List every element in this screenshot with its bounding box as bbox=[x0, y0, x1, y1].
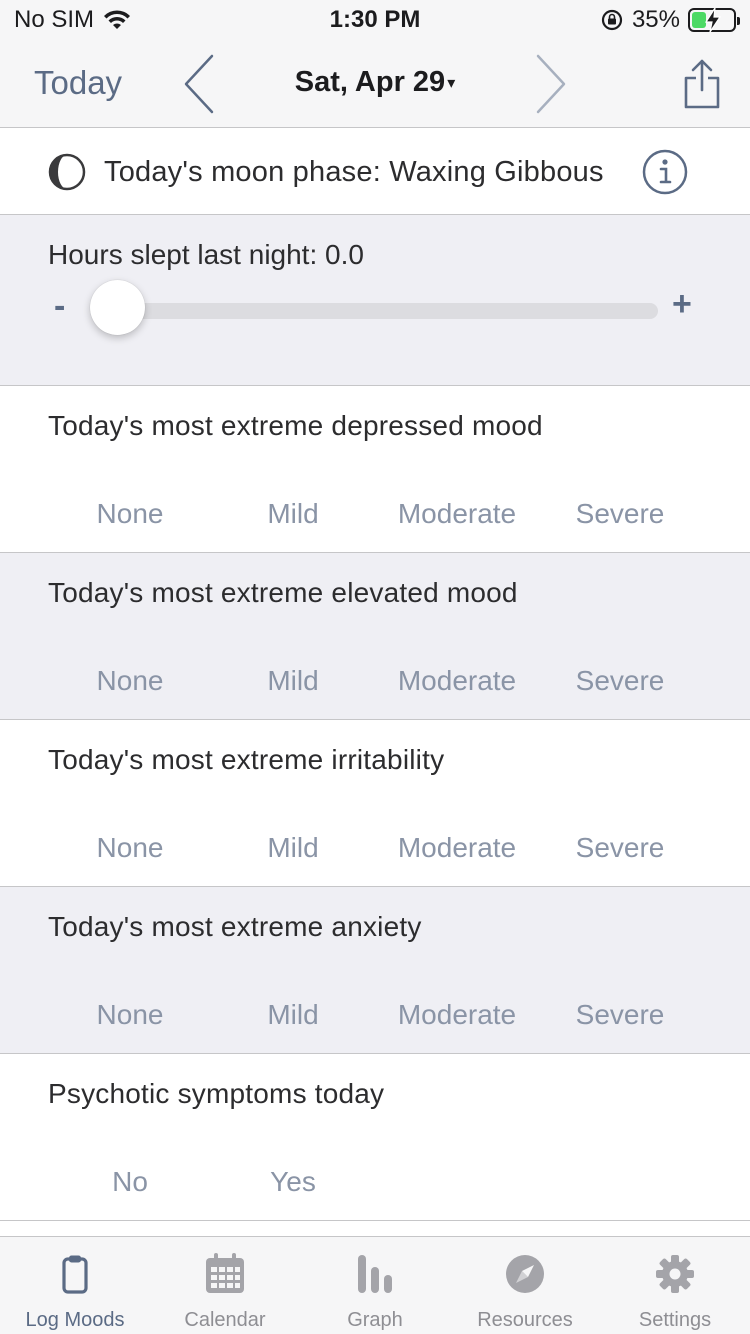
option-severe[interactable]: Severe bbox=[538, 498, 702, 530]
option-moderate[interactable]: Moderate bbox=[375, 832, 539, 864]
question-title: Today's most extreme elevated mood bbox=[48, 577, 518, 608]
sleep-decrement-button[interactable]: - bbox=[54, 287, 65, 326]
sleep-slider-thumb[interactable] bbox=[90, 280, 145, 335]
tab-resources[interactable]: Resources bbox=[450, 1237, 600, 1334]
option-no[interactable]: No bbox=[48, 1166, 212, 1198]
sleep-increment-button[interactable]: + bbox=[672, 285, 692, 324]
gear-icon bbox=[656, 1255, 694, 1293]
question-row-depressed-mood: Today's most extreme depressed mood None… bbox=[0, 386, 750, 553]
sleep-row: Hours slept last night: 0.0 - + bbox=[0, 215, 750, 386]
moon-phase-text: Today's moon phase: Waxing Gibbous bbox=[104, 156, 604, 188]
battery-icon bbox=[688, 7, 740, 33]
option-mild[interactable]: Mild bbox=[211, 498, 375, 530]
question-title: Today's most extreme depressed mood bbox=[48, 410, 543, 441]
tab-bar: Log Moods Calendar Graph Resources Setti… bbox=[0, 1236, 750, 1334]
clipboard-icon bbox=[62, 1255, 88, 1294]
share-icon[interactable] bbox=[682, 58, 722, 110]
moon-phase-icon bbox=[48, 153, 86, 191]
option-mild[interactable]: Mild bbox=[211, 999, 375, 1031]
question-title: Today's most extreme anxiety bbox=[48, 911, 422, 942]
option-mild[interactable]: Mild bbox=[211, 832, 375, 864]
date-selector[interactable]: Sat, Apr 29 ▾ bbox=[0, 66, 750, 99]
info-icon[interactable] bbox=[642, 149, 688, 195]
option-yes[interactable]: Yes bbox=[211, 1166, 375, 1198]
option-moderate[interactable]: Moderate bbox=[375, 665, 539, 697]
battery-percent: 35% bbox=[631, 6, 680, 33]
moon-phase-row: Today's moon phase: Waxing Gibbous bbox=[0, 129, 750, 215]
option-moderate[interactable]: Moderate bbox=[375, 999, 539, 1031]
chevron-right-icon[interactable] bbox=[534, 54, 568, 114]
charging-bolt-icon bbox=[704, 7, 722, 33]
question-title: Today's most extreme irritability bbox=[48, 744, 445, 775]
orientation-lock-icon bbox=[601, 9, 623, 31]
option-severe[interactable]: Severe bbox=[538, 832, 702, 864]
compass-icon bbox=[506, 1255, 544, 1293]
battery-tip bbox=[737, 17, 740, 25]
tab-settings[interactable]: Settings bbox=[600, 1237, 750, 1334]
sleep-hours-label: Hours slept last night: 0.0 bbox=[48, 239, 364, 270]
option-none[interactable]: None bbox=[48, 498, 212, 530]
question-title: Psychotic symptoms today bbox=[48, 1078, 385, 1109]
option-none[interactable]: None bbox=[48, 665, 212, 697]
tab-label: Calendar bbox=[184, 1309, 266, 1331]
tab-log-moods[interactable]: Log Moods bbox=[0, 1237, 150, 1334]
bar-graph-icon bbox=[358, 1255, 392, 1293]
chevron-down-icon: ▾ bbox=[447, 75, 456, 92]
tab-label: Log Moods bbox=[25, 1309, 125, 1331]
tab-graph[interactable]: Graph bbox=[300, 1237, 450, 1334]
option-none[interactable]: None bbox=[48, 832, 212, 864]
question-row-irritability: Today's most extreme irritability None M… bbox=[0, 720, 750, 887]
question-row-psychotic-symptoms: Psychotic symptoms today No Yes bbox=[0, 1054, 750, 1221]
tab-label: Graph bbox=[347, 1309, 403, 1331]
option-moderate[interactable]: Moderate bbox=[375, 498, 539, 530]
option-severe[interactable]: Severe bbox=[538, 999, 702, 1031]
option-mild[interactable]: Mild bbox=[211, 665, 375, 697]
tab-label: Resources bbox=[477, 1309, 573, 1331]
status-bar: No SIM 1:30 PM 35% bbox=[0, 0, 750, 40]
tab-label: Settings bbox=[638, 1309, 712, 1331]
navigation-bar: Today Sat, Apr 29 ▾ bbox=[0, 40, 750, 128]
option-none[interactable]: None bbox=[48, 999, 212, 1031]
question-row-anxiety: Today's most extreme anxiety None Mild M… bbox=[0, 887, 750, 1054]
calendar-icon bbox=[206, 1253, 244, 1293]
sleep-slider-track[interactable] bbox=[94, 303, 658, 319]
status-right: 35% bbox=[600, 6, 740, 34]
tab-calendar[interactable]: Calendar bbox=[150, 1237, 300, 1334]
question-row-elevated-mood: Today's most extreme elevated mood None … bbox=[0, 553, 750, 720]
option-severe[interactable]: Severe bbox=[538, 665, 702, 697]
date-label: Sat, Apr 29 bbox=[294, 66, 446, 98]
